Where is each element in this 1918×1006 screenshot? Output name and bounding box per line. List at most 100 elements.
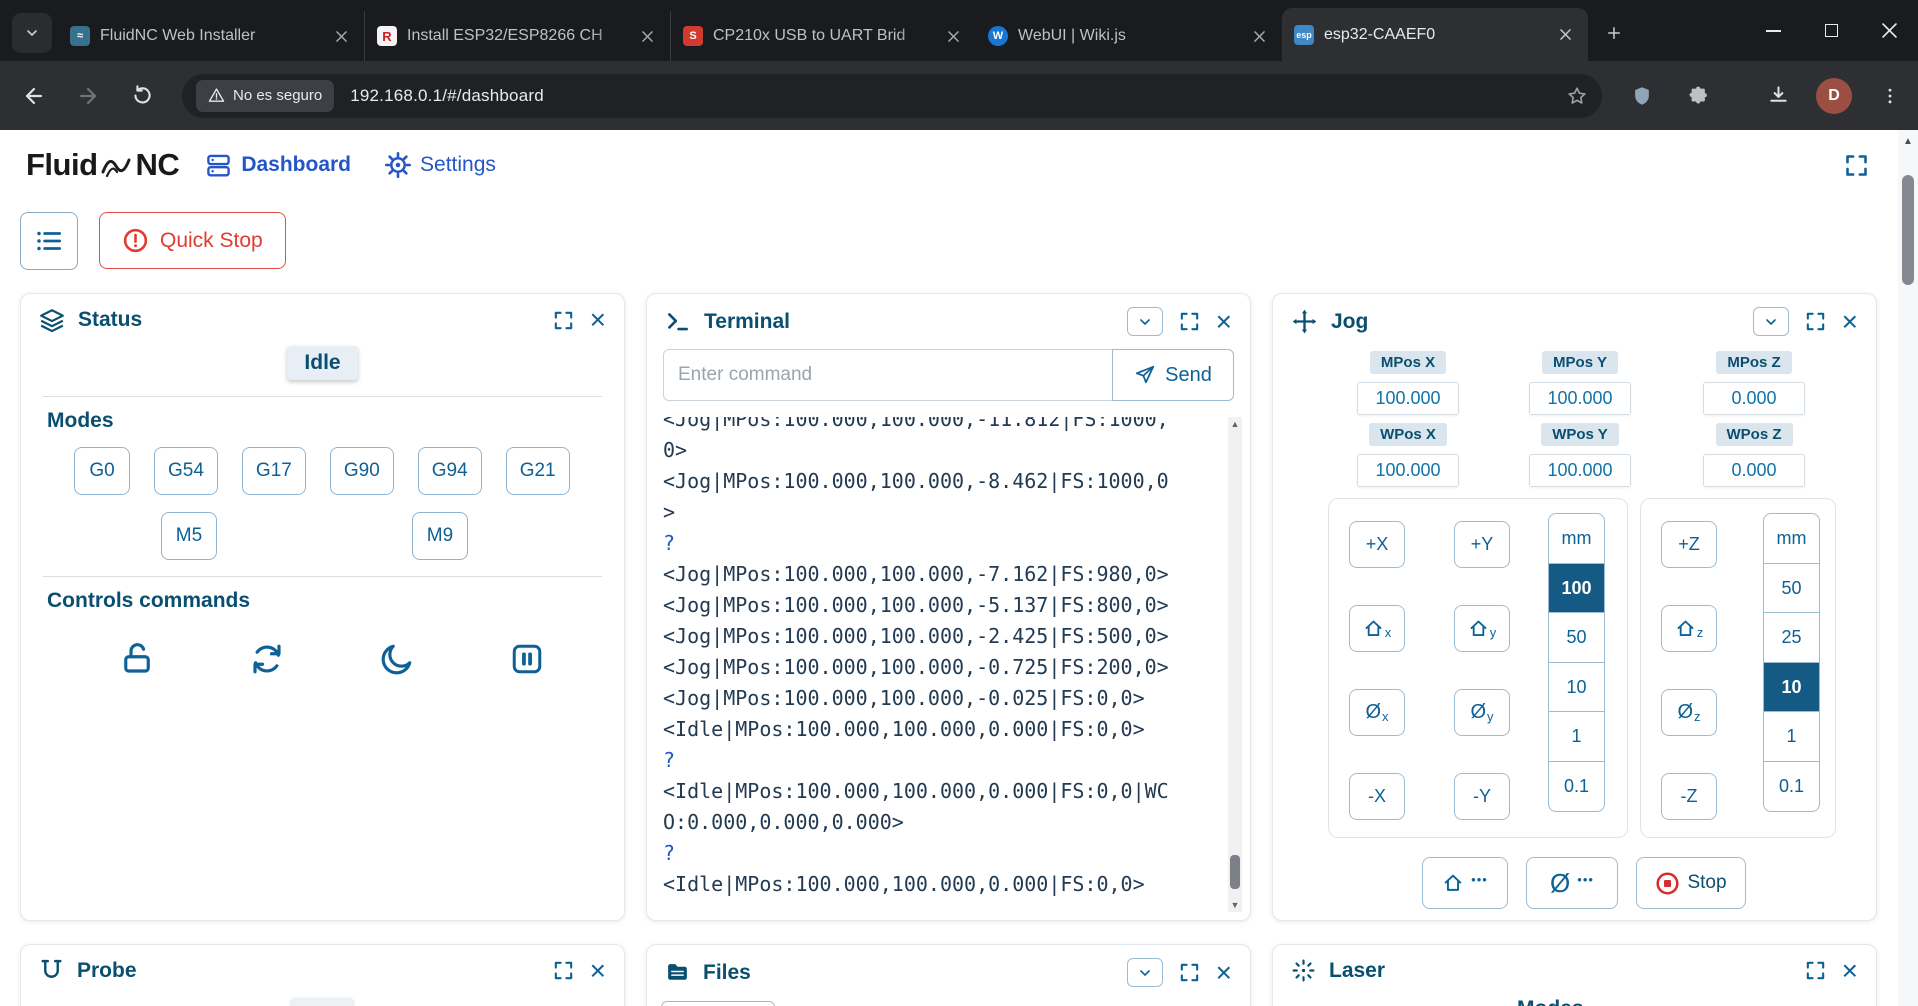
expand-icon[interactable] [552, 959, 575, 982]
bookmark-star-icon[interactable] [1566, 85, 1588, 107]
tab-close-icon[interactable] [330, 25, 352, 47]
xy-step-10[interactable]: 10 [1548, 661, 1605, 713]
xy-step-0-1[interactable]: 0.1 [1548, 760, 1605, 812]
close-panel-icon[interactable]: × [1842, 307, 1858, 335]
minimize-button[interactable] [1744, 0, 1802, 61]
axis-letter: z [1696, 624, 1704, 640]
shield-extension-button[interactable] [1620, 74, 1664, 118]
xy-step-selector: mm 100 50 10 1 0.1 [1548, 513, 1605, 812]
xy-step-1[interactable]: 1 [1548, 711, 1605, 762]
tab-close-icon[interactable] [942, 25, 964, 47]
browser-menu-button[interactable] [1868, 74, 1912, 118]
url-text[interactable]: 192.168.0.1/#/dashboard [350, 86, 544, 106]
jog-plus-x-button[interactable]: +X [1349, 521, 1405, 568]
jog-stop-button[interactable]: Stop [1636, 857, 1746, 909]
jog-minus-x-button[interactable]: -X [1349, 773, 1405, 820]
expand-icon[interactable] [552, 309, 575, 332]
tab-webui-wiki[interactable]: W WebUI | Wiki.js [976, 11, 1282, 61]
z-step-25[interactable]: 25 [1763, 612, 1820, 663]
mode-button-m5[interactable]: M5 [161, 512, 217, 560]
mode-button-g21[interactable]: G21 [505, 447, 570, 495]
close-panel-icon[interactable]: × [590, 306, 606, 334]
mode-button-g17[interactable]: G17 [241, 447, 306, 495]
scroll-down-icon[interactable]: ▼ [1228, 898, 1242, 912]
mode-button-m9[interactable]: M9 [412, 512, 468, 560]
terminal-output[interactable]: <Jog|MPos:100.000,100.000,-11.812|FS:100… [663, 417, 1193, 904]
profile-button[interactable]: D [1812, 74, 1856, 118]
mode-button-g94[interactable]: G94 [417, 447, 482, 495]
terminal-scrollbar[interactable]: ▲ ▼ [1228, 417, 1242, 912]
collapse-button[interactable] [1126, 958, 1163, 987]
jog-plus-z-button[interactable]: +Z [1661, 521, 1717, 568]
close-panel-icon[interactable]: × [590, 956, 606, 984]
tab-close-icon[interactable] [1248, 25, 1270, 47]
new-tab-button[interactable] [1596, 15, 1632, 51]
z-step-0-1[interactable]: 0.1 [1763, 760, 1820, 812]
z-step-10[interactable]: 10 [1763, 661, 1820, 713]
tab-fluidnc-installer[interactable]: ≈ FluidNC Web Installer [58, 11, 364, 61]
send-button[interactable]: Send [1112, 349, 1234, 401]
nav-settings[interactable]: Settings [385, 152, 496, 178]
scroll-up-icon[interactable]: ▲ [1898, 133, 1918, 149]
downloads-button[interactable] [1756, 74, 1800, 118]
reload-button[interactable] [120, 74, 164, 118]
home-all-button[interactable]: ••• [1422, 857, 1508, 909]
zero-z-button[interactable]: Ø z [1661, 689, 1717, 736]
collapse-button[interactable] [1752, 307, 1789, 336]
home-y-button[interactable]: y [1454, 605, 1510, 652]
tab-cp210x[interactable]: S CP210x USB to UART Brid [670, 11, 976, 61]
tab-search-button[interactable] [12, 13, 52, 53]
nav-dashboard[interactable]: Dashboard [205, 152, 351, 179]
quick-stop-button[interactable]: Quick Stop [99, 212, 286, 269]
zero-x-button[interactable]: Ø x [1349, 689, 1405, 736]
security-badge[interactable]: No es seguro [196, 79, 335, 112]
tab-close-icon[interactable] [636, 25, 658, 47]
expand-icon[interactable] [1804, 310, 1827, 333]
close-window-button[interactable] [1860, 0, 1918, 61]
tab-close-icon[interactable] [1554, 24, 1576, 46]
unlock-button[interactable] [113, 635, 161, 683]
z-step-50[interactable]: 50 [1763, 562, 1820, 614]
extensions-button[interactable] [1676, 74, 1720, 118]
back-button[interactable] [12, 74, 56, 118]
zero-y-button[interactable]: Ø y [1454, 689, 1510, 736]
mode-button-g54[interactable]: G54 [154, 447, 218, 495]
jog-plus-y-button[interactable]: +Y [1454, 521, 1510, 568]
terminal-panel: Terminal × Send <Jog|MPos:100.000,100.00… [646, 293, 1251, 921]
expand-icon[interactable] [1178, 310, 1201, 333]
address-bar[interactable]: No es seguro 192.168.0.1/#/dashboard [182, 73, 1602, 118]
close-panel-icon[interactable]: × [1216, 307, 1232, 335]
forward-button[interactable] [66, 74, 110, 118]
command-input[interactable] [663, 349, 1112, 401]
expand-icon[interactable] [1804, 959, 1827, 982]
zero-all-button[interactable]: Ø ••• [1526, 857, 1618, 909]
z-step-1[interactable]: 1 [1763, 711, 1820, 762]
jog-minus-z-button[interactable]: -Z [1661, 773, 1717, 820]
mode-button-g0[interactable]: G0 [74, 447, 130, 495]
home-z-button[interactable]: z [1661, 605, 1717, 652]
jog-minus-y-button[interactable]: -Y [1454, 773, 1510, 820]
scroll-up-icon[interactable]: ▲ [1228, 417, 1242, 431]
tab-install-esp32[interactable]: R Install ESP32/ESP8266 CH [364, 11, 670, 61]
mode-button-g90[interactable]: G90 [329, 447, 394, 495]
scrollbar-thumb[interactable] [1902, 175, 1914, 285]
pause-button[interactable] [503, 635, 551, 683]
files-clipped-button[interactable] [661, 1001, 775, 1006]
close-panel-icon[interactable]: × [1216, 958, 1232, 986]
close-panel-icon[interactable]: × [1842, 956, 1858, 984]
expand-icon[interactable] [1178, 961, 1201, 984]
reset-button[interactable] [243, 635, 291, 683]
collapse-button[interactable] [1126, 307, 1163, 336]
security-label: No es seguro [233, 87, 323, 104]
xy-step-50[interactable]: 50 [1548, 612, 1605, 663]
scrollbar-thumb[interactable] [1230, 855, 1240, 889]
tab-favicon: ≈ [70, 26, 90, 46]
panel-list-button[interactable] [20, 212, 78, 270]
home-x-button[interactable]: x [1349, 605, 1405, 652]
maximize-button[interactable] [1802, 0, 1860, 61]
tab-esp32-active[interactable]: esp esp32-CAAEF0 [1282, 8, 1588, 61]
fullscreen-button[interactable] [1843, 152, 1870, 179]
xy-step-100[interactable]: 100 [1548, 562, 1605, 614]
sleep-button[interactable] [373, 635, 421, 683]
page-scrollbar[interactable]: ▲ [1898, 130, 1918, 1006]
